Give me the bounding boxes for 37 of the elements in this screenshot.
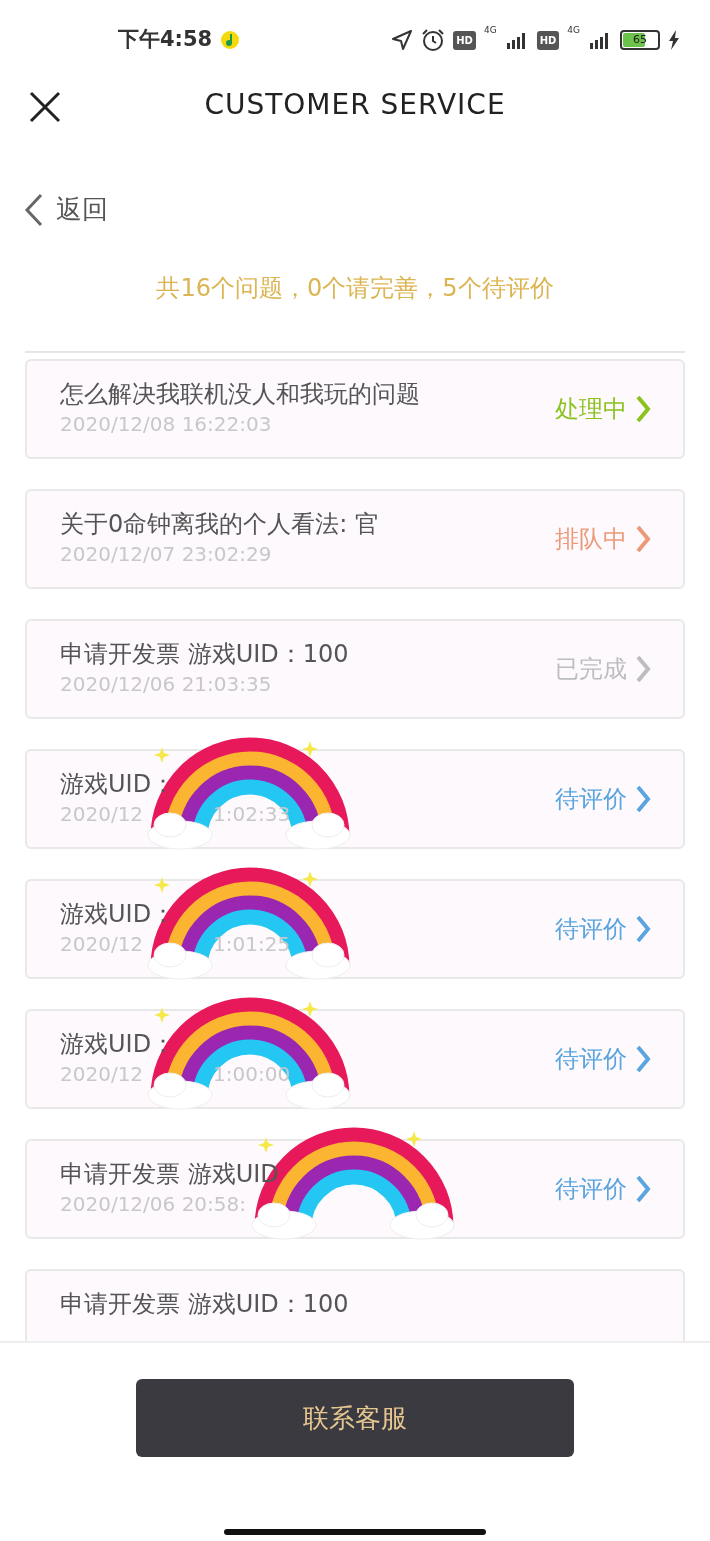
- chevron-right-icon: [635, 1045, 651, 1073]
- alarm-icon: [421, 28, 446, 52]
- page-title: CUSTOMER SERVICE: [204, 87, 506, 123]
- clock-time: 下午4:58: [118, 26, 213, 54]
- location-icon: [391, 29, 414, 51]
- network-label: 4G: [567, 24, 580, 37]
- music-app-icon: [220, 30, 241, 50]
- ticket-status: 待评价: [555, 1044, 627, 1075]
- ticket-title: 怎么解决我联机没人和我玩的问题: [60, 379, 420, 409]
- ticket-title: 游戏UID：: [60, 1029, 176, 1059]
- ticket-status: 待评价: [555, 1174, 627, 1205]
- hd-badge: HD: [453, 30, 476, 50]
- ticket-title: 游戏UID：: [60, 769, 176, 799]
- close-icon[interactable]: [28, 90, 62, 124]
- back-link[interactable]: 返回: [24, 190, 108, 229]
- charging-icon: [668, 30, 680, 50]
- hd-badge: HD: [536, 30, 560, 50]
- ticket-status: 已完成: [555, 654, 627, 685]
- ticket-status: 排队中: [555, 524, 627, 555]
- ticket-summary: 共16个问题，0个请完善，5个待评价: [155, 273, 555, 304]
- chevron-right-icon: [635, 525, 651, 553]
- chevron-right-icon: [635, 395, 651, 423]
- ticket-status: 处理中: [555, 394, 627, 425]
- chevron-right-icon: [635, 915, 651, 943]
- chevron-right-icon: [635, 785, 651, 813]
- ticket-title: 关于0命钟离我的个人看法: 官: [60, 509, 379, 539]
- ticket-card[interactable]: 申请开发票 游戏UID：100: [25, 1269, 685, 1341]
- ticket-title: 申请开发票 游戏UID：100: [60, 1290, 349, 1319]
- chevron-right-icon: [635, 1175, 651, 1203]
- chevron-right-icon: [635, 655, 651, 683]
- back-chevron-icon: [24, 192, 44, 227]
- ticket-title: 游戏UID：: [60, 899, 176, 929]
- ticket-title: 申请开发票 游戏UID：100: [60, 639, 349, 669]
- ticket-status: 待评价: [555, 784, 627, 815]
- ticket-status: 待评价: [555, 914, 627, 945]
- contact-service-button[interactable]: 联系客服: [136, 1379, 574, 1457]
- network-label: 4G: [483, 24, 497, 37]
